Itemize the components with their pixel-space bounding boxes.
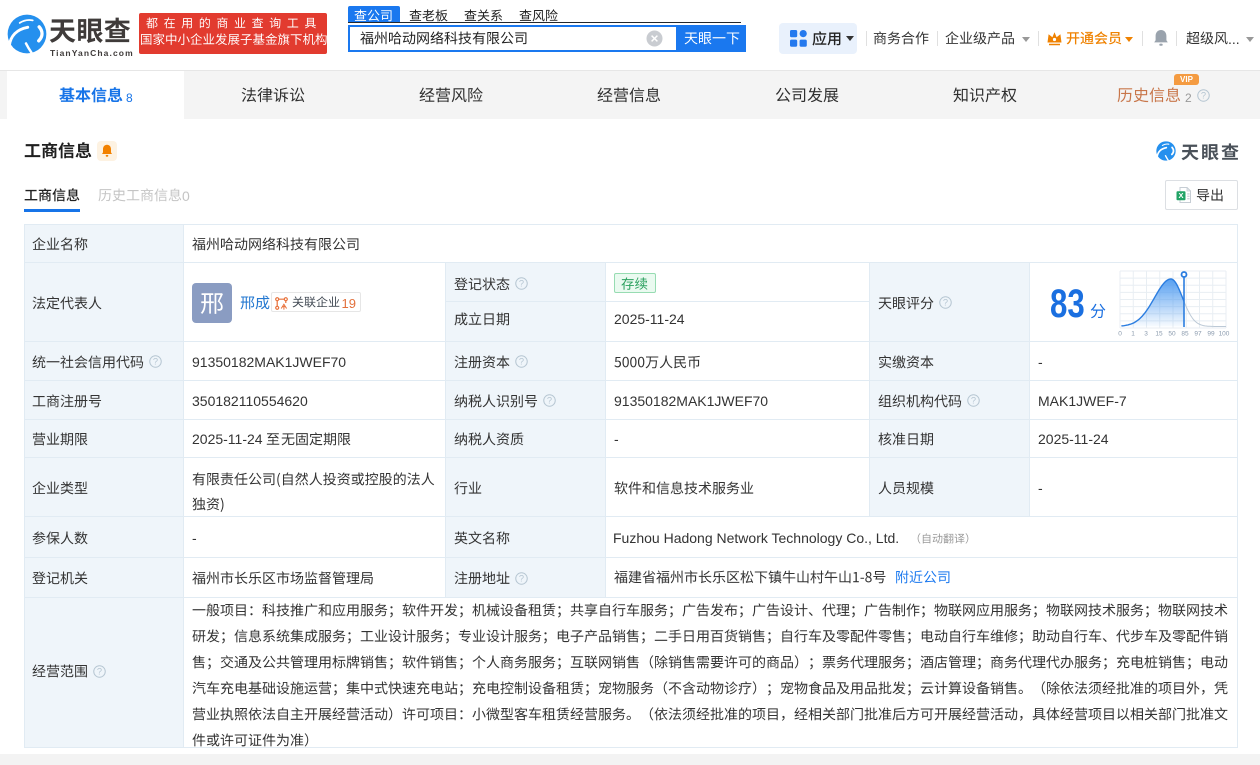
svg-text:?: ? [519, 357, 524, 367]
svg-text:100: 100 [1219, 331, 1230, 338]
svg-text:0: 0 [1118, 331, 1122, 338]
svg-text:?: ? [547, 396, 552, 406]
svg-text:?: ? [519, 573, 524, 583]
svg-text:?: ? [97, 666, 102, 676]
svg-text:?: ? [971, 396, 976, 406]
svg-text:?: ? [943, 298, 948, 308]
svg-text:?: ? [1201, 91, 1206, 101]
svg-text:3: 3 [1144, 331, 1148, 338]
svg-text:1: 1 [1131, 331, 1135, 338]
svg-text:85: 85 [1181, 331, 1189, 338]
svg-text:?: ? [519, 279, 524, 289]
svg-text:X: X [1178, 191, 1183, 200]
svg-text:50: 50 [1168, 331, 1176, 338]
svg-text:?: ? [153, 357, 158, 367]
svg-text:99: 99 [1207, 331, 1215, 338]
svg-text:97: 97 [1194, 331, 1202, 338]
svg-text:15: 15 [1155, 331, 1163, 338]
